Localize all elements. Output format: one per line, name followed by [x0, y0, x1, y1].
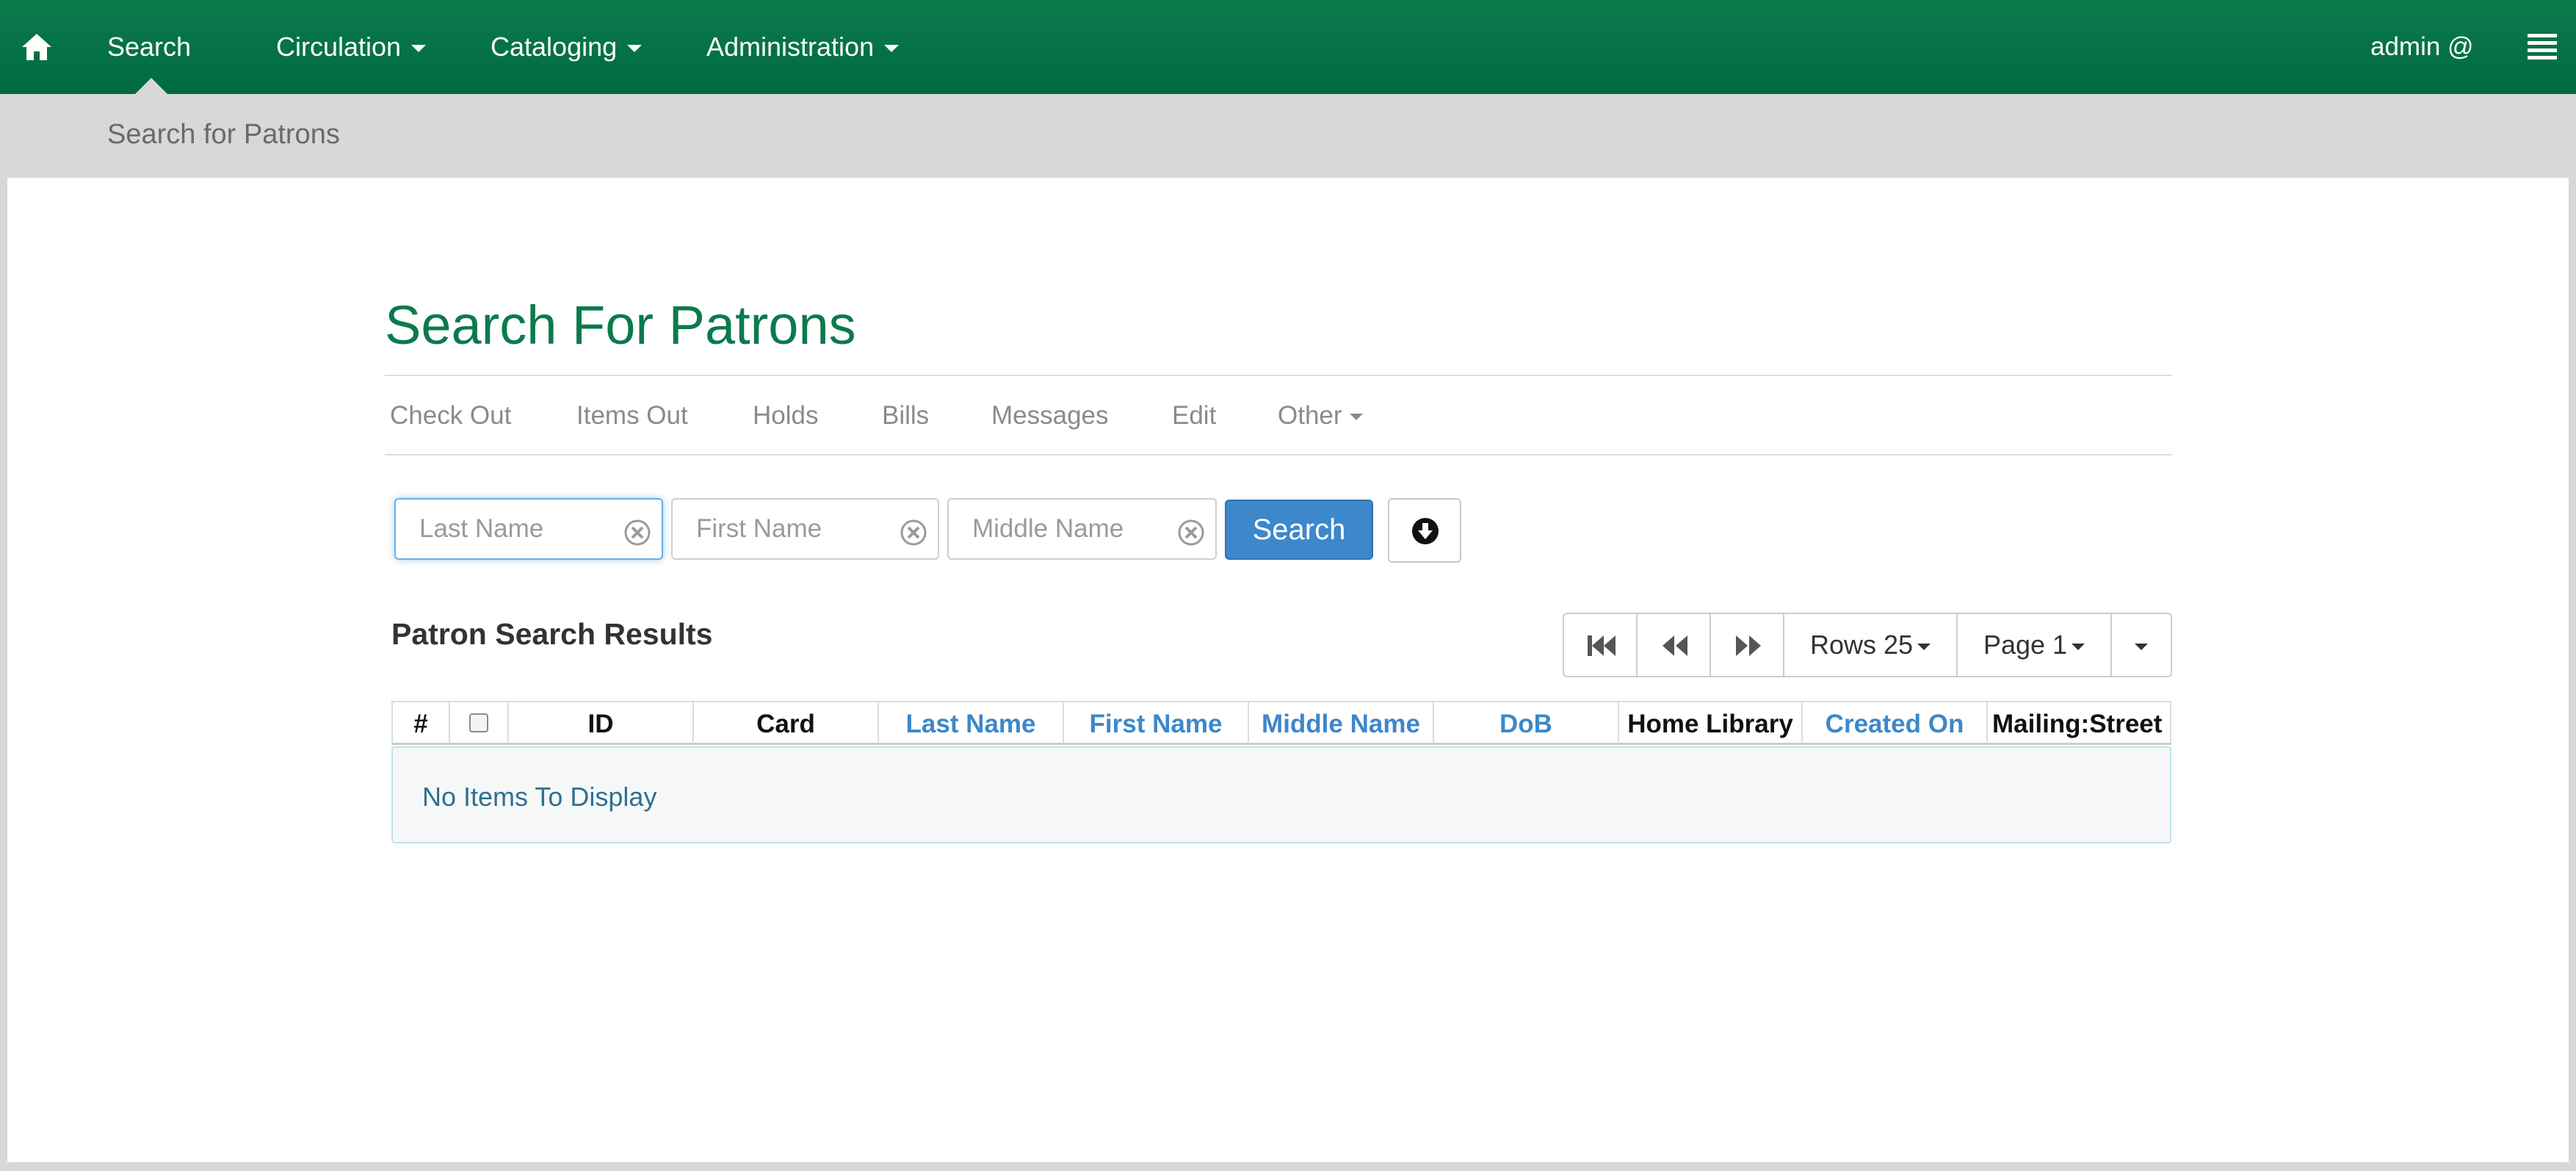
divider — [385, 375, 2172, 376]
patron-nav-messages[interactable]: Messages — [991, 401, 1109, 430]
clear-icon[interactable] — [1177, 519, 1205, 547]
last-name-field[interactable] — [394, 498, 663, 560]
caret-down-icon — [1349, 414, 1363, 421]
middle-name-input[interactable] — [949, 500, 1215, 558]
rows-per-page-dropdown[interactable]: Rows 25 — [1783, 613, 1958, 677]
divider — [385, 454, 2172, 455]
first-name-field[interactable] — [671, 498, 939, 560]
caret-down-icon — [1917, 643, 1931, 650]
empty-results-text: No Items To Display — [422, 782, 657, 812]
column-header-middle-name[interactable]: Middle Name — [1249, 702, 1434, 743]
patron-nav-edit[interactable]: Edit — [1172, 401, 1216, 430]
first-page-icon — [1588, 635, 1616, 656]
results-title: Patron Search Results — [391, 617, 713, 651]
column-header-last-name[interactable]: Last Name — [879, 702, 1064, 743]
nav-circulation-label: Circulation — [276, 32, 402, 62]
next-page-button[interactable] — [1710, 613, 1784, 677]
grid-actions-dropdown[interactable] — [2110, 613, 2172, 677]
nav-cataloging[interactable]: Cataloging — [491, 0, 643, 94]
patron-nav-items-out[interactable]: Items Out — [576, 401, 688, 430]
middle-name-field[interactable] — [947, 498, 1217, 560]
page-label: Page 1 — [1983, 630, 2068, 660]
first-name-input[interactable] — [673, 500, 938, 558]
previous-page-icon — [1663, 635, 1687, 656]
clear-icon[interactable] — [900, 519, 927, 547]
select-all-cell — [450, 702, 509, 743]
arrow-circle-down-icon — [1412, 518, 1439, 544]
nav-administration-label: Administration — [706, 32, 875, 62]
nav-search-label: Search — [107, 32, 192, 62]
patron-nav-bills[interactable]: Bills — [882, 401, 929, 430]
caret-down-icon — [411, 45, 427, 53]
top-navbar: Search Circulation Cataloging Administra… — [0, 0, 2576, 94]
more-search-options-button[interactable] — [1388, 498, 1461, 563]
column-header-mailing-street: Mailing:Street 1 — [1992, 710, 2170, 738]
caret-down-icon — [2135, 643, 2148, 650]
results-table-header: # ID Card Last Name First Name Middle Na… — [391, 701, 2171, 745]
nav-administration[interactable]: Administration — [706, 0, 900, 94]
home-icon[interactable] — [21, 31, 53, 63]
column-header-index: # — [393, 702, 450, 743]
select-all-checkbox[interactable] — [469, 713, 488, 732]
column-header-dob[interactable]: DoB — [1434, 702, 1619, 743]
patron-nav-other-label: Other — [1278, 401, 1342, 430]
next-page-icon — [1736, 635, 1761, 656]
patron-nav-other[interactable]: Other — [1278, 401, 1363, 430]
patron-nav-holds[interactable]: Holds — [753, 401, 818, 430]
empty-results-message: No Items To Display — [391, 746, 2171, 843]
caret-down-icon — [627, 45, 643, 53]
rows-per-page-label: Rows 25 — [1809, 630, 1914, 660]
column-header-id: ID — [509, 702, 694, 743]
column-header-card: Card — [694, 702, 879, 743]
patron-nav-checkout[interactable]: Check Out — [390, 401, 511, 430]
clear-icon[interactable] — [623, 519, 651, 547]
list-menu-icon[interactable] — [2528, 32, 2557, 62]
first-page-button[interactable] — [1563, 613, 1638, 677]
page-dropdown[interactable]: Page 1 — [1956, 613, 2112, 677]
user-menu[interactable]: admin @ — [2370, 0, 2474, 94]
caret-down-icon — [2072, 643, 2085, 650]
caret-down-icon — [884, 45, 900, 53]
active-nav-indicator — [135, 78, 167, 94]
column-header-home-library: Home Library — [1619, 702, 1803, 743]
page-header-bar: Search for Patrons — [0, 94, 2576, 178]
nav-cataloging-label: Cataloging — [491, 32, 618, 62]
breadcrumb: Search for Patrons — [107, 119, 340, 150]
last-name-input[interactable] — [396, 500, 662, 558]
search-button[interactable]: Search — [1225, 500, 1373, 560]
column-header-first-name[interactable]: First Name — [1064, 702, 1249, 743]
column-header-created-on[interactable]: Created On — [1803, 702, 1988, 743]
previous-page-button[interactable] — [1636, 613, 1711, 677]
nav-circulation[interactable]: Circulation — [276, 0, 427, 94]
page-title: Search For Patrons — [385, 295, 856, 356]
